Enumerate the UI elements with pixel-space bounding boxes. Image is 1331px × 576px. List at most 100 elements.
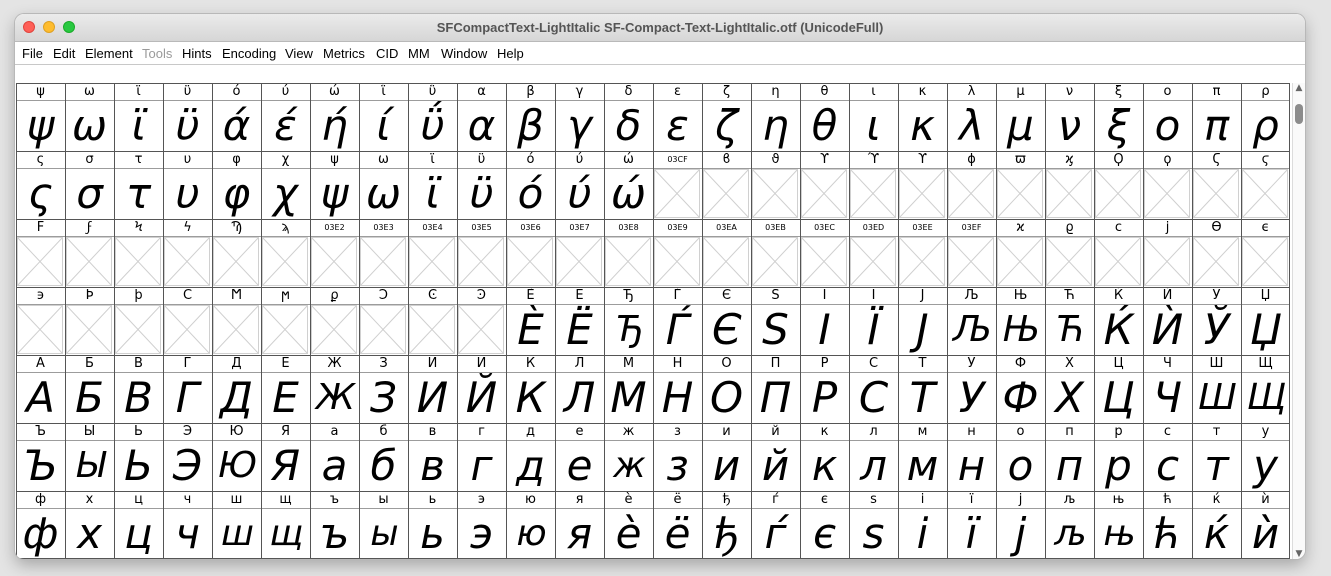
glyph-cell[interactable]: λλ [947,83,996,151]
glyph-cell[interactable]: АА [16,355,65,423]
glyph-cell[interactable]: 03E9 [653,219,702,287]
glyph-cell[interactable]: нн [947,423,996,491]
glyph-cell[interactable]: Ϙ [1094,151,1143,219]
glyph-cell[interactable]: яя [555,491,604,559]
glyph-cell[interactable]: ЕЕ [261,355,310,423]
scroll-down-arrow-icon[interactable]: ▼ [1294,549,1304,559]
glyph-cell[interactable]: Ϲ [163,287,212,355]
menu-cid[interactable]: CID [376,46,398,61]
glyph-cell[interactable]: сс [1143,423,1192,491]
glyph-cell[interactable]: бб [359,423,408,491]
glyph-cell[interactable]: χχ [261,151,310,219]
glyph-cell[interactable]: 03E8 [604,219,653,287]
glyph-cell[interactable]: іі [898,491,947,559]
glyph-cell[interactable]: хх [65,491,114,559]
menu-metrics[interactable]: Metrics [323,46,365,61]
glyph-cell[interactable]: 03ED [849,219,898,287]
glyph-cell[interactable]: ьь [408,491,457,559]
menu-hints[interactable]: Hints [182,46,212,61]
glyph-cell[interactable]: њњ [1094,491,1143,559]
glyph-cell[interactable]: ϒ [800,151,849,219]
glyph-cell[interactable]: КК [506,355,555,423]
glyph-cell[interactable]: љљ [1045,491,1094,559]
glyph-cell[interactable]: йй [751,423,800,491]
glyph-cell[interactable]: ПП [751,355,800,423]
glyph-cell[interactable]: рр [1094,423,1143,491]
glyph-cell[interactable]: ss [849,491,898,559]
glyph-cell[interactable]: ЭЭ [163,423,212,491]
glyph-cell[interactable]: ύύ [555,151,604,219]
glyph-cell[interactable]: ќќ [1192,491,1241,559]
glyph-cell[interactable]: 03E3 [359,219,408,287]
glyph-cell[interactable]: Ϻ [212,287,261,355]
glyph-cell[interactable]: ϑ [751,151,800,219]
glyph-cell[interactable]: ЈJ [898,287,947,355]
glyph-cell[interactable]: лл [849,423,898,491]
glyph-cell[interactable]: ϊϊ [114,83,163,151]
glyph-cell[interactable]: ЦЦ [1094,355,1143,423]
glyph-cell[interactable]: ЫЫ [65,423,114,491]
glyph-cell[interactable]: ώή [310,83,359,151]
glyph-cell[interactable]: ѓѓ [751,491,800,559]
glyph-cell[interactable]: аа [310,423,359,491]
glyph-cell[interactable]: ВВ [114,355,163,423]
glyph-cell[interactable]: РР [800,355,849,423]
glyph-cell[interactable]: 03E7 [555,219,604,287]
glyph-cell[interactable]: Ϛ [1192,151,1241,219]
glyph-cell[interactable]: НН [653,355,702,423]
glyph-cell[interactable]: ГГ [163,355,212,423]
menu-view[interactable]: View [285,46,313,61]
glyph-cell[interactable]: ЁË [555,287,604,355]
glyph-cell[interactable]: ϵ [1241,219,1290,287]
glyph-cell[interactable]: ξξ [1094,83,1143,151]
glyph-cell[interactable]: ϋϋ [457,151,506,219]
glyph-cell[interactable]: σσ [65,151,114,219]
glyph-cell[interactable]: ϕ [947,151,996,219]
glyph-cell[interactable]: ЉЉ [947,287,996,355]
glyph-cell[interactable]: фф [16,491,65,559]
glyph-cell[interactable]: ϊϊ [408,151,457,219]
glyph-cell[interactable]: зз [653,423,702,491]
scroll-thumb[interactable] [1295,104,1303,124]
glyph-cell[interactable]: èè [604,491,653,559]
glyph-cell[interactable]: ТТ [898,355,947,423]
glyph-cell[interactable]: ЌЌ [1094,287,1143,355]
glyph-cell[interactable]: 03EE [898,219,947,287]
menu-file[interactable]: File [22,46,43,61]
glyph-cell[interactable]: ϡ [261,219,310,287]
glyph-cell[interactable]: ХХ [1045,355,1094,423]
glyph-cell[interactable]: мм [898,423,947,491]
menu-encoding[interactable]: Encoding [222,46,276,61]
glyph-cell[interactable]: ωω [65,83,114,151]
glyph-cell[interactable]: ιι [849,83,898,151]
glyph-cell[interactable]: Ϟ [114,219,163,287]
glyph-cell[interactable]: ϔ [898,151,947,219]
glyph-cell[interactable]: ϟ [163,219,212,287]
glyph-cell[interactable]: ЎЎ [1192,287,1241,355]
glyph-cell[interactable]: ΰΰ [408,83,457,151]
glyph-cell[interactable]: ϼ [310,287,359,355]
glyph-cell[interactable]: цц [114,491,163,559]
glyph-cell[interactable]: єє [800,491,849,559]
glyph-cell[interactable]: ОО [702,355,751,423]
glyph-cell[interactable]: υυ [163,151,212,219]
glyph-cell[interactable]: ъъ [310,491,359,559]
glyph-cell[interactable]: ϴ [1192,219,1241,287]
glyph-cell[interactable]: ϱ [1045,219,1094,287]
glyph-cell[interactable]: ЇÏ [849,287,898,355]
glyph-cell[interactable]: δδ [604,83,653,151]
glyph-cell[interactable]: φφ [212,151,261,219]
menu-element[interactable]: Element [85,46,133,61]
glyph-cell[interactable]: ЀÈ [506,287,555,355]
glyph-cell[interactable]: 03E5 [457,219,506,287]
glyph-cell[interactable]: ϙ [1143,151,1192,219]
glyph-cell[interactable]: ЪЪ [16,423,65,491]
glyph-cell[interactable]: ττ [114,151,163,219]
glyph-cell[interactable]: ЏЏ [1241,287,1290,355]
scroll-up-arrow-icon[interactable]: ▲ [1294,83,1304,93]
glyph-cell[interactable]: όό [506,151,555,219]
glyph-cell[interactable]: ϸ [114,287,163,355]
glyph-cell[interactable]: ђђ [702,491,751,559]
glyph-cell[interactable]: СС [849,355,898,423]
glyph-cell[interactable]: дд [506,423,555,491]
